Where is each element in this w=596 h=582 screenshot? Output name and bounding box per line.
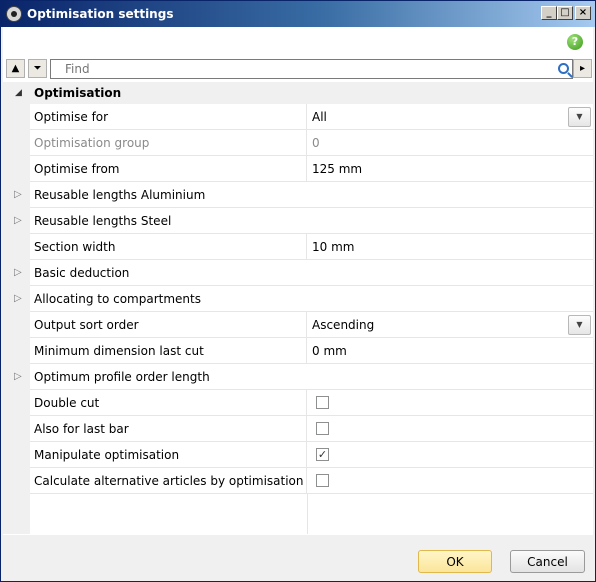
search-box [50,59,573,79]
window-title: Optimisation settings [27,7,174,21]
close-button[interactable]: × [575,6,591,20]
select-value: All [312,110,327,124]
property-row-reusable-lengths-aluminium[interactable]: ▷ Reusable lengths Aluminium [3,182,593,208]
property-label: Reusable lengths Steel [34,214,172,228]
property-label: Optimise for [30,104,307,130]
dialog-footer: OK Cancel [3,535,593,579]
expand-triangle-icon[interactable]: ▷ [14,215,22,226]
property-label: Allocating to compartments [34,292,201,306]
dropdown-arrow-icon[interactable]: ▼ [568,315,591,335]
property-label: Calculate alternative articles by optimi… [30,468,307,494]
minimize-icon: _ [546,7,552,18]
property-row-reusable-lengths-steel[interactable]: ▷ Reusable lengths Steel [3,208,593,234]
maximize-button[interactable]: □ [557,6,573,20]
property-row-optimisation-group: Optimisation group 0 [3,130,593,156]
optimisation-group-value: 0 [312,136,320,150]
property-rows: Optimise for All ▼ Optimisation group 0 … [3,104,593,534]
minimum-dimension-field[interactable]: 0 mm [308,338,593,364]
scroll-right-button[interactable]: ▸ [573,59,592,78]
expand-triangle-icon[interactable]: ▷ [14,293,22,304]
collapse-triangle-icon[interactable]: ◢ [15,88,22,98]
double-cut-checkbox[interactable] [316,396,329,409]
property-label: Double cut [30,390,307,416]
cancel-button[interactable]: Cancel [510,550,585,573]
property-label: Manipulate optimisation [30,442,307,468]
property-row-optimum-profile-order-length[interactable]: ▷ Optimum profile order length [3,364,593,390]
property-grid: ◢ Optimisation Optimise for All ▼ Optimi… [3,82,593,535]
filter-icon: ⏷ [33,63,42,74]
property-label: Output sort order [30,312,307,338]
property-label: Optimum profile order length [34,370,210,384]
property-label: Basic deduction [34,266,130,280]
property-row-also-for-last-bar[interactable]: Also for last bar [3,416,593,442]
dialog-content: ? ▲ ⏷ ▸ ◢ Optimisation Optimise for [3,27,593,579]
property-row-allocating-to-compartments[interactable]: ▷ Allocating to compartments [3,286,593,312]
property-row-section-width[interactable]: Section width 10 mm [3,234,593,260]
app-icon [6,6,22,22]
optimise-from-field[interactable]: 125 mm [308,156,593,182]
property-row-output-sort-order[interactable]: Output sort order Ascending ▼ [3,312,593,338]
calculate-alternative-articles-checkbox[interactable] [316,474,329,487]
section-width-field[interactable]: 10 mm [308,234,593,260]
property-label: Minimum dimension last cut [30,338,307,364]
group-title: Optimisation [34,86,122,100]
output-sort-order-select[interactable]: Ascending ▼ [308,312,593,338]
select-value: Ascending [312,318,375,332]
search-input[interactable] [63,60,543,78]
manipulate-optimisation-checkbox[interactable]: ✓ [316,448,329,461]
expand-triangle-icon[interactable]: ▷ [14,189,22,200]
property-row-optimise-for[interactable]: Optimise for All ▼ [3,104,593,130]
property-label: Section width [30,234,307,260]
property-label: Reusable lengths Aluminium [34,188,206,202]
grid-empty-area [3,494,593,534]
checkmark-icon: ✓ [317,448,328,461]
title-bar[interactable]: Optimisation settings _ □ × [1,1,595,27]
optimise-for-select[interactable]: All ▼ [308,104,593,130]
property-row-calculate-alternative-articles[interactable]: Calculate alternative articles by optimi… [3,468,593,494]
property-row-double-cut[interactable]: Double cut [3,390,593,416]
dropdown-arrow-icon[interactable]: ▼ [568,107,591,127]
property-label: Also for last bar [30,416,307,442]
collapse-up-icon: ▲ [11,63,20,74]
minimize-button[interactable]: _ [541,6,557,20]
expand-triangle-icon[interactable]: ▷ [14,371,22,382]
scroll-right-icon: ▸ [579,63,586,74]
search-icon[interactable] [558,63,569,74]
dialog-window: Optimisation settings _ □ × ? ▲ ⏷ ▸ ◢ Op… [0,0,596,582]
property-label: Optimisation group [30,130,307,156]
property-row-optimise-from[interactable]: Optimise from 125 mm [3,156,593,182]
group-header-optimisation[interactable]: ◢ Optimisation [3,82,593,104]
property-row-minimum-dimension-last-cut[interactable]: Minimum dimension last cut 0 mm [3,338,593,364]
expand-triangle-icon[interactable]: ▷ [14,267,22,278]
ok-button[interactable]: OK [418,550,492,573]
help-icon[interactable]: ? [567,34,583,50]
property-toolbar: ▲ ⏷ ▸ [3,58,593,80]
property-label: Optimise from [30,156,307,182]
maximize-icon: □ [560,7,570,18]
property-row-basic-deduction[interactable]: ▷ Basic deduction [3,260,593,286]
filter-button[interactable]: ⏷ [28,59,47,78]
property-row-manipulate-optimisation[interactable]: Manipulate optimisation ✓ [3,442,593,468]
collapse-up-button[interactable]: ▲ [6,59,25,78]
also-for-last-bar-checkbox[interactable] [316,422,329,435]
close-icon: × [578,7,588,18]
